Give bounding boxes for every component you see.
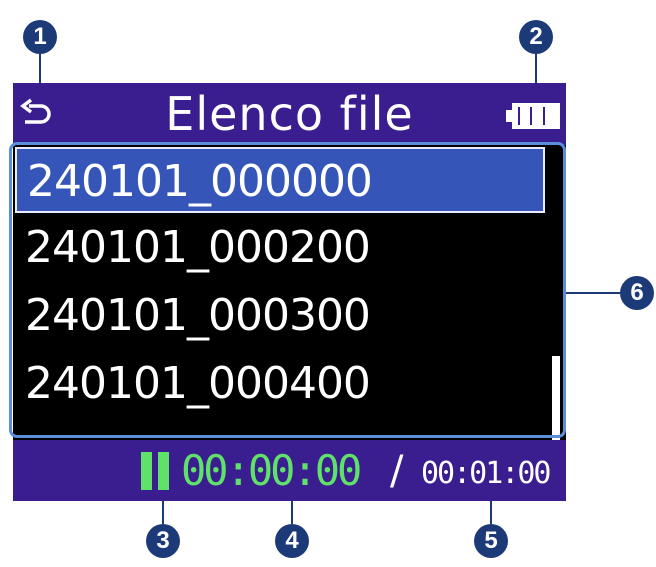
callout-1: 1 — [23, 20, 57, 54]
pause-icon — [141, 452, 169, 490]
callout-2: 2 — [519, 20, 553, 54]
total-time: 00:01:00 — [421, 456, 551, 491]
time-separator: / — [390, 448, 404, 494]
callout-5: 5 — [474, 524, 508, 558]
device-screen: Elenco file 240101_000000 240101_000200 … — [9, 83, 566, 501]
status-bar: 00:00:00 / 00:01:00 — [13, 440, 566, 501]
page-title: Elenco file — [165, 87, 414, 141]
current-time: 00:00:00 — [181, 446, 362, 495]
callout-4: 4 — [275, 524, 309, 558]
callout-6: 6 — [620, 276, 654, 310]
battery-icon — [506, 103, 560, 129]
list-highlight-frame — [9, 142, 566, 438]
title-bar: Elenco file — [13, 83, 566, 145]
callout-6-leader — [566, 292, 622, 294]
callout-3: 3 — [146, 524, 180, 558]
